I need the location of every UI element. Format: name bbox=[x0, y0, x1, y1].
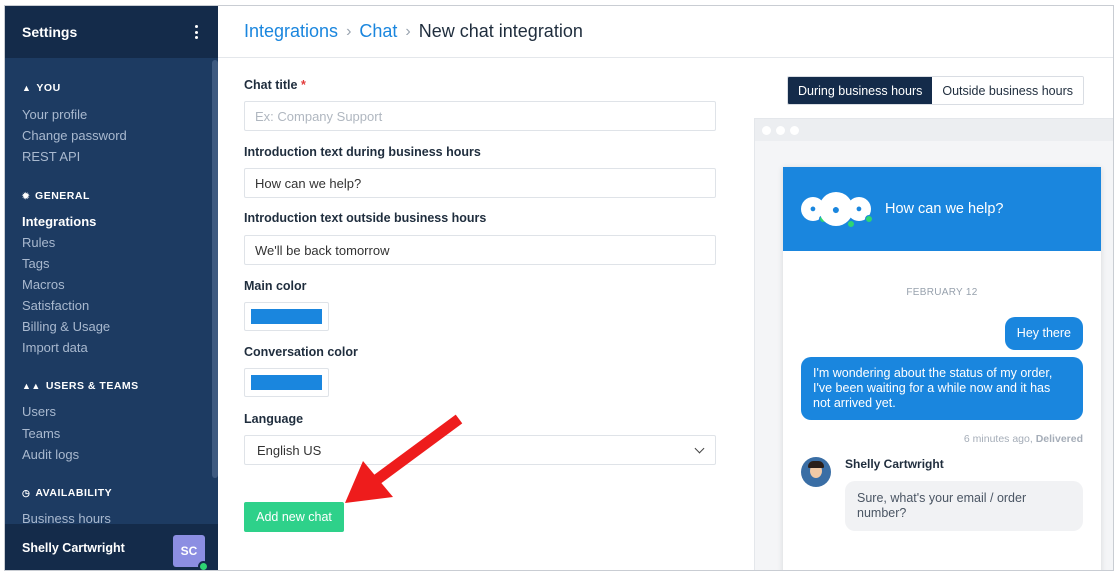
chat-title-input[interactable] bbox=[244, 101, 716, 131]
avatar-initials: SC bbox=[180, 544, 198, 558]
agent-avatar bbox=[801, 457, 831, 487]
window-dot-icon bbox=[790, 125, 799, 135]
annotation-arrow-icon bbox=[345, 414, 463, 503]
language-selected-value: English US bbox=[257, 442, 322, 458]
sidebar-item-tags[interactable]: Tags bbox=[22, 256, 49, 271]
sidebar-item-audit-logs[interactable]: Audit logs bbox=[22, 447, 79, 462]
chevron-right-icon: › bbox=[346, 22, 352, 40]
person-icon: ▲ bbox=[22, 83, 32, 93]
tab-during-business-hours[interactable]: During business hours bbox=[788, 77, 933, 104]
gear-icon: ✹ bbox=[22, 190, 31, 201]
current-user-name: Shelly Cartwright bbox=[22, 541, 125, 555]
label-text: Chat title bbox=[244, 78, 298, 92]
date-separator: FEBRUARY 12 bbox=[906, 287, 978, 298]
page-title: New chat integration bbox=[418, 21, 583, 41]
sidebar-item-users[interactable]: Users bbox=[22, 404, 56, 419]
sidebar-item-your-profile[interactable]: Your profile bbox=[22, 107, 87, 122]
section-general: ✹ GENERAL bbox=[22, 190, 90, 202]
message-status: Delivered bbox=[1035, 433, 1083, 445]
conversation-color-label: Conversation color bbox=[244, 345, 358, 359]
sidebar-item-change-password[interactable]: Change password bbox=[22, 128, 127, 143]
browser-bar bbox=[755, 119, 1113, 141]
sidebar-scrollbar[interactable] bbox=[212, 60, 218, 478]
language-label: Language bbox=[244, 412, 304, 426]
sidebar-item-satisfaction[interactable]: Satisfaction bbox=[22, 298, 89, 313]
language-select[interactable]: English US bbox=[244, 435, 716, 465]
window-dot-icon bbox=[776, 125, 785, 135]
section-you: ▲ YOU bbox=[22, 82, 61, 94]
sidebar-item-rules[interactable]: Rules bbox=[22, 235, 55, 250]
conversation-color-picker[interactable] bbox=[244, 368, 329, 397]
main-color-label: Main color bbox=[244, 279, 307, 293]
sidebar-item-macros[interactable]: Macros bbox=[22, 277, 65, 292]
add-new-chat-button[interactable]: Add new chat bbox=[244, 502, 344, 532]
chat-widget: ● ● ● How can we help? FEBRUARY 12 Hey t… bbox=[783, 167, 1101, 570]
section-availability: ◷ AVAILABILITY bbox=[22, 487, 112, 499]
intro-during-input[interactable] bbox=[244, 168, 716, 198]
sidebar-item-teams[interactable]: Teams bbox=[22, 426, 60, 441]
sidebar-title: Settings bbox=[22, 24, 78, 40]
sidebar-item-import-data[interactable]: Import data bbox=[22, 340, 88, 355]
message-meta: 6 minutes ago, Delivered bbox=[964, 433, 1083, 445]
sidebar-header: Settings bbox=[5, 6, 218, 58]
sidebar-item-integrations[interactable]: Integrations bbox=[22, 214, 96, 229]
section-label: GENERAL bbox=[35, 190, 90, 202]
user-message-bubble: I'm wondering about the status of my ord… bbox=[801, 357, 1083, 420]
breadcrumb-integrations[interactable]: Integrations bbox=[244, 21, 338, 42]
section-label: YOU bbox=[36, 82, 61, 94]
business-hours-toggle: During business hours Outside business h… bbox=[787, 76, 1085, 105]
online-status-dot bbox=[198, 561, 209, 570]
agent-icons: ● ● ● bbox=[801, 192, 877, 228]
section-users-teams: ▲▲ USERS & TEAMS bbox=[22, 380, 139, 392]
agent-message-bubble: Sure, what's your email / order number? bbox=[845, 481, 1083, 531]
chat-title-label: Chat title * bbox=[244, 78, 306, 92]
more-menu-icon[interactable] bbox=[195, 25, 199, 39]
avatar[interactable]: SC bbox=[173, 535, 209, 570]
intro-during-label: Introduction text during business hours bbox=[244, 145, 481, 159]
sidebar-item-billing[interactable]: Billing & Usage bbox=[22, 319, 110, 334]
section-label: AVAILABILITY bbox=[35, 487, 113, 499]
chat-widget-title: How can we help? bbox=[885, 201, 1004, 217]
chevron-down-icon bbox=[694, 443, 705, 453]
conversation-color-fill bbox=[251, 375, 322, 390]
breadcrumb-chat[interactable]: Chat bbox=[359, 21, 397, 42]
main-color-picker[interactable] bbox=[244, 302, 329, 331]
sidebar: Settings ▲ YOU Your profile Change passw… bbox=[5, 6, 218, 570]
required-mark: * bbox=[300, 78, 306, 92]
intro-outside-input[interactable] bbox=[244, 235, 716, 265]
breadcrumb: Integrations › Chat › New chat integrati… bbox=[218, 6, 1113, 58]
agent-name: Shelly Cartwright bbox=[845, 457, 944, 471]
chat-widget-header: ● ● ● How can we help? bbox=[783, 167, 1101, 251]
intro-outside-label: Introduction text outside business hours bbox=[244, 211, 487, 225]
message-time: 6 minutes ago, bbox=[963, 433, 1033, 445]
main-color-fill bbox=[251, 309, 322, 324]
clock-icon: ◷ bbox=[22, 487, 31, 498]
sidebar-item-rest-api[interactable]: REST API bbox=[22, 149, 80, 164]
tab-outside-business-hours[interactable]: Outside business hours bbox=[932, 77, 1084, 104]
window-dot-icon bbox=[762, 125, 771, 135]
sidebar-footer[interactable]: Shelly Cartwright SC bbox=[5, 524, 218, 570]
app-window: Settings ▲ YOU Your profile Change passw… bbox=[4, 5, 1114, 571]
agent-icon: ● bbox=[847, 197, 873, 223]
section-label: USERS & TEAMS bbox=[45, 380, 139, 392]
people-icon: ▲▲ bbox=[22, 381, 41, 391]
user-message-bubble: Hey there bbox=[1004, 317, 1083, 350]
chevron-right-icon: › bbox=[405, 22, 411, 40]
chat-preview-browser: ● ● ● How can we help? FEBRUARY 12 Hey t… bbox=[754, 118, 1113, 570]
